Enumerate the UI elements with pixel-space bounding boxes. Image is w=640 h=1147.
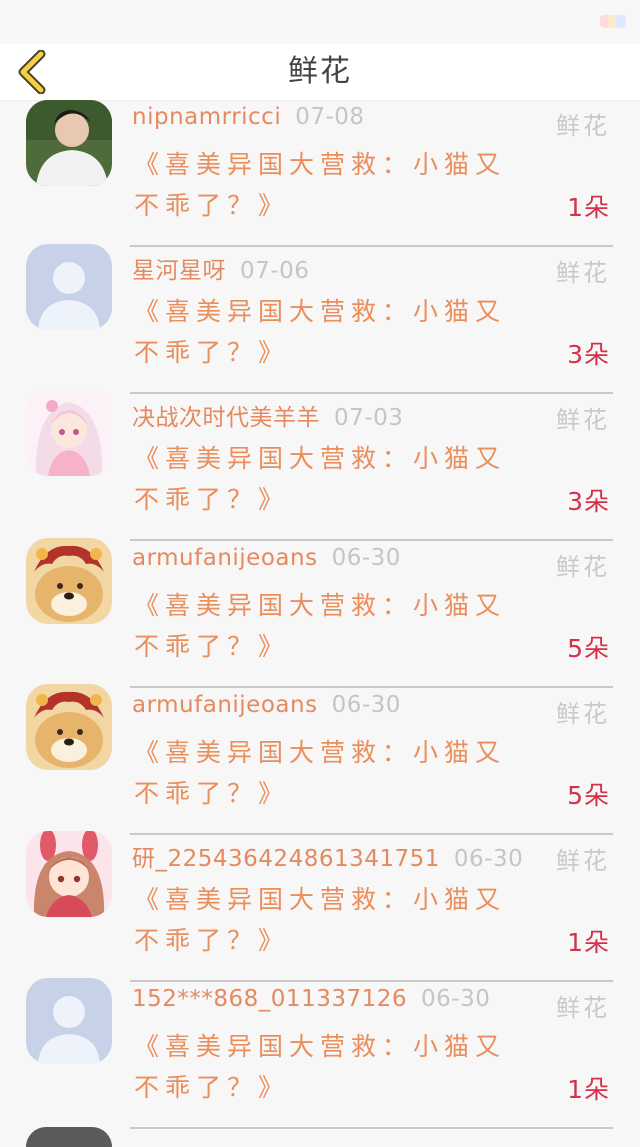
user-avatar[interactable] (26, 244, 112, 330)
username[interactable]: nipnamrricci (132, 104, 281, 130)
default-avatar-icon (26, 244, 112, 330)
user-avatar[interactable] (26, 684, 112, 770)
work-title[interactable]: 《喜美异国大营救：小猫又 不乖了？》 (134, 585, 554, 667)
gift-date: 06-30 (331, 692, 401, 718)
username[interactable]: 152***868_011337126 (132, 986, 407, 1012)
anime-girl-avatar-icon (26, 390, 112, 476)
gift-date: 06-30 (453, 846, 524, 872)
gift-count: 3朵 (567, 487, 610, 516)
gift-row[interactable]: 决战次时代美羊羊 07-03 鲜花 《喜美异国大营救：小猫又 不乖了？》 3朵 (0, 390, 640, 541)
user-avatar[interactable] (26, 978, 112, 1064)
work-title-line1: 《喜美异国大营救：小猫又 (134, 738, 507, 767)
gift-row[interactable]: nipnamrricci 07-08 鲜花 《喜美异国大营救：小猫又 不乖了？》 … (0, 100, 640, 247)
username[interactable]: armufanijeoans (132, 545, 318, 571)
gift-date: 06-30 (421, 986, 491, 1012)
work-title[interactable]: 《喜美异国大营救：小猫又 不乖了？》 (134, 879, 554, 961)
gift-count: 1朵 (567, 1075, 610, 1104)
gift-row[interactable]: 星河星呀 07-06 鲜花 《喜美异国大营救：小猫又 不乖了？》 3朵 (0, 244, 640, 394)
gift-type-label: 鲜花 (556, 406, 610, 434)
username[interactable]: 星河星呀 (132, 258, 226, 284)
work-title-line1: 《喜美异国大营救：小猫又 (134, 591, 507, 620)
gift-count: 1朵 (567, 928, 610, 957)
work-title-line2: 不乖了？》 (134, 338, 290, 367)
gift-type-label: 鲜花 (556, 553, 610, 581)
nav-bar: 鲜花 (0, 44, 640, 101)
gift-count: 5朵 (567, 634, 610, 663)
gift-count: 3朵 (567, 340, 610, 369)
gift-date: 07-03 (334, 405, 404, 431)
work-title-line1: 《喜美异国大营救：小猫又 (134, 297, 507, 326)
work-title[interactable]: 《喜美异国大营救：小猫又 不乖了？》 (134, 732, 554, 814)
user-avatar[interactable] (26, 390, 112, 476)
row-divider (130, 1127, 613, 1129)
gift-date: 07-08 (295, 104, 365, 130)
username[interactable]: 研_2254364248613417​51 (132, 846, 440, 872)
gift-row[interactable]: armufanijeoans 06-30 鲜花 《喜美异国大营救：小猫又 不乖了？… (0, 684, 640, 835)
user-avatar[interactable] (26, 831, 112, 917)
gift-count: 5朵 (567, 781, 610, 810)
photo-avatar-icon (26, 100, 112, 186)
gift-date: 07-06 (240, 258, 310, 284)
work-title-line1: 《喜美异国大营救：小猫又 (134, 150, 507, 179)
work-title-line2: 不乖了？》 (134, 926, 290, 955)
gift-type-label: 鲜花 (556, 700, 610, 728)
gift-row[interactable]: armufanijeoans 06-30 鲜花 《喜美异国大营救：小猫又 不乖了？… (0, 538, 640, 688)
gift-row[interactable]: 研_2254364248613417​51 06-30 鲜花 《喜美异国大营救：小… (0, 831, 640, 982)
work-title-line2: 不乖了？》 (134, 632, 290, 661)
user-avatar[interactable] (26, 538, 112, 624)
work-title-line2: 不乖了？》 (134, 779, 290, 808)
user-avatar[interactable] (26, 100, 112, 186)
next-row-avatar-partial (26, 1127, 112, 1147)
work-title-line2: 不乖了？》 (134, 191, 290, 220)
battery-icon (600, 15, 626, 28)
anime-bunny-avatar-icon (26, 831, 112, 917)
username[interactable]: 决战次时代美羊羊 (132, 405, 320, 431)
doge-avatar-icon (26, 684, 112, 770)
work-title-line1: 《喜美异国大营救：小猫又 (134, 885, 507, 914)
default-avatar-icon (26, 978, 112, 1064)
gift-count: 1朵 (567, 193, 610, 222)
gift-date: 06-30 (331, 545, 401, 571)
work-title[interactable]: 《喜美异国大营救：小猫又 不乖了？》 (134, 1026, 554, 1108)
work-title-line2: 不乖了？》 (134, 1073, 290, 1102)
username[interactable]: armufanijeoans (132, 692, 318, 718)
work-title-line2: 不乖了？》 (134, 485, 290, 514)
page-title: 鲜花 (288, 54, 352, 89)
work-title-line1: 《喜美异国大营救：小猫又 (134, 1032, 507, 1061)
work-title[interactable]: 《喜美异国大营救：小猫又 不乖了？》 (134, 144, 554, 226)
status-bar (0, 0, 640, 44)
doge-avatar-icon (26, 538, 112, 624)
gift-type-label: 鲜花 (556, 847, 610, 875)
work-title[interactable]: 《喜美异国大营救：小猫又 不乖了？》 (134, 438, 554, 520)
gift-type-label: 鲜花 (556, 259, 610, 287)
work-title[interactable]: 《喜美异国大营救：小猫又 不乖了？》 (134, 291, 554, 373)
gift-type-label: 鲜花 (556, 112, 610, 140)
gift-row[interactable]: 152***868_011337126 06-30 鲜花 《喜美异国大营救：小猫又… (0, 978, 640, 1129)
work-title-line1: 《喜美异国大营救：小猫又 (134, 444, 507, 473)
gift-type-label: 鲜花 (556, 994, 610, 1022)
